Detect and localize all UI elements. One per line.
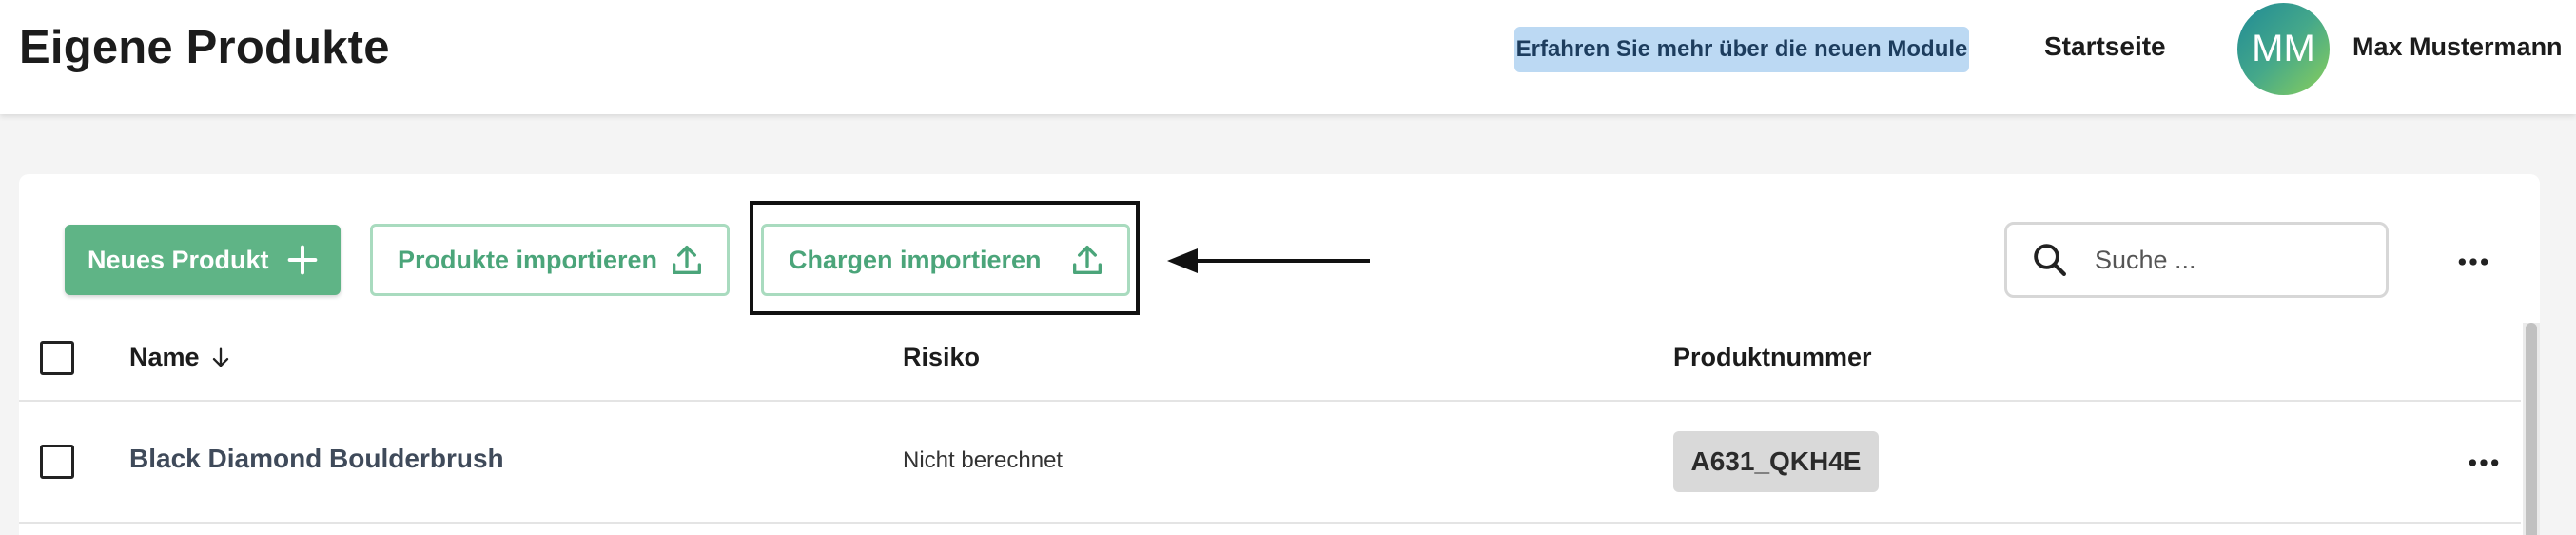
annotation-arrow-left <box>1167 248 1370 273</box>
app-header: Eigene Produkte Erfahren Sie mehr über d… <box>0 0 2576 114</box>
arrow-down-icon <box>212 347 228 367</box>
search-field[interactable] <box>2004 222 2389 298</box>
upload-icon <box>1073 246 1102 274</box>
column-header-name[interactable]: Name <box>129 343 234 372</box>
upload-icon <box>673 246 701 274</box>
avatar[interactable]: MM <box>2237 3 2330 95</box>
user-name[interactable]: Max Mustermann <box>2352 32 2563 62</box>
column-product-number-label: Produktnummer <box>1673 343 1872 371</box>
more-options-icon[interactable] <box>2454 243 2492 281</box>
row-checkbox[interactable] <box>40 445 74 479</box>
select-all-checkbox[interactable] <box>40 341 74 375</box>
column-name-label: Name <box>129 343 200 371</box>
scrollbar-thumb[interactable] <box>2526 323 2537 535</box>
header-divider <box>19 400 2521 402</box>
page-title: Eigene Produkte <box>19 22 390 73</box>
vertical-scrollbar[interactable] <box>2523 323 2540 535</box>
plus-icon <box>287 245 318 275</box>
products-card: Neues Produkt Produkte importieren Charg… <box>19 174 2540 535</box>
import-batches-button[interactable]: Chargen importieren <box>761 224 1130 296</box>
row-divider <box>19 522 2521 524</box>
import-batches-label: Chargen importieren <box>789 245 1042 274</box>
new-modules-info-link[interactable]: Erfahren Sie mehr über die neuen Module <box>1514 27 1969 72</box>
new-product-button[interactable]: Neues Produkt <box>65 225 341 295</box>
column-header-product-number[interactable]: Produktnummer <box>1673 343 1872 372</box>
nav-link-home[interactable]: Startseite <box>2044 31 2166 62</box>
row-more-options-icon[interactable] <box>2465 444 2503 482</box>
import-products-button[interactable]: Produkte importieren <box>370 224 730 296</box>
search-input[interactable] <box>2095 245 2361 275</box>
risk-value: Nicht berechnet <box>903 447 1064 473</box>
product-name-link[interactable]: Black Diamond Boulderbrush <box>129 444 504 474</box>
column-risk-label: Risiko <box>903 343 981 371</box>
import-products-label: Produkte importieren <box>398 245 658 274</box>
search-icon <box>2034 244 2066 276</box>
new-product-label: Neues Produkt <box>88 245 269 274</box>
product-number-chip: A631_QKH4E <box>1673 431 1879 492</box>
column-header-risk[interactable]: Risiko <box>903 343 980 372</box>
